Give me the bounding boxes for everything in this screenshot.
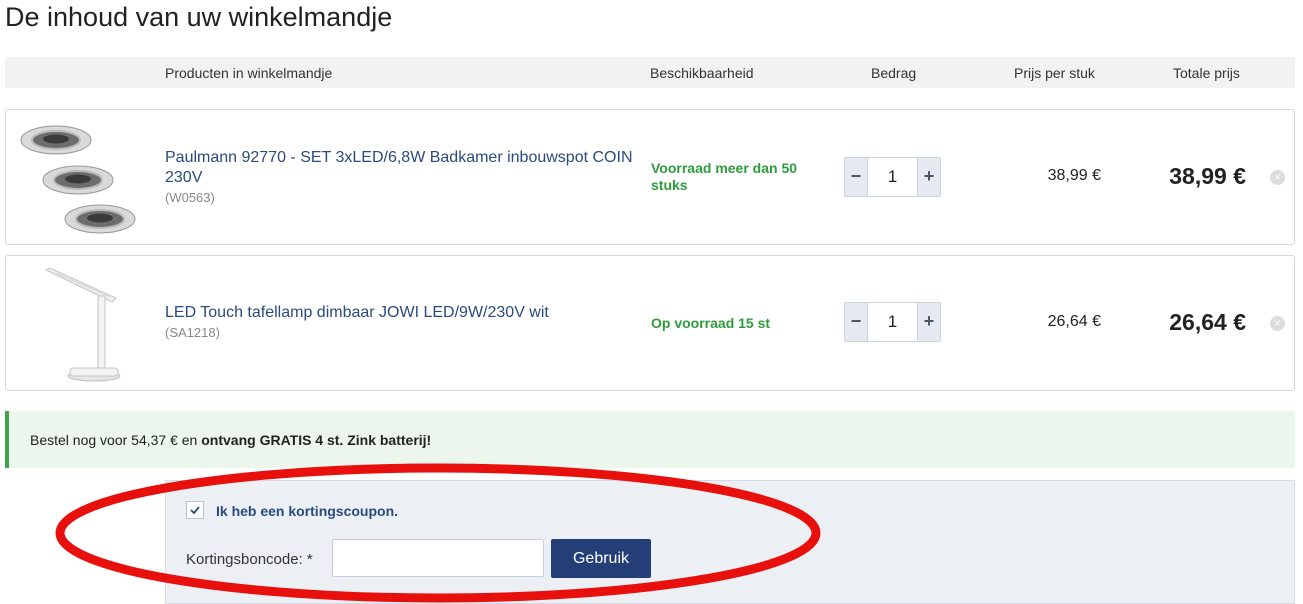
coupon-checkbox[interactable] — [186, 501, 204, 519]
total-price: 26,64 € — [1169, 309, 1246, 335]
header-amount: Bedrag — [871, 65, 917, 81]
cart-item-row: Paulmann 92770 - SET 3xLED/6,8W Badkamer… — [5, 109, 1295, 245]
quantity-stepper: − + — [844, 302, 941, 342]
product-name-link[interactable]: LED Touch tafellamp dimbaar JOWI LED/9W/… — [165, 303, 635, 323]
remove-item-button[interactable]: × — [1270, 316, 1285, 331]
quantity-stepper: − + — [844, 157, 941, 197]
coupon-panel: Ik heb een kortingscoupon. Kortingsbonco… — [165, 480, 1295, 604]
decrease-quantity-button[interactable]: − — [845, 303, 868, 341]
apply-coupon-button[interactable]: Gebruik — [551, 539, 651, 578]
header-availability: Beschikbaarheid — [650, 65, 754, 81]
unit-price: 26,64 € — [1047, 313, 1101, 330]
checkmark-icon — [190, 506, 200, 515]
spotlight-1 — [20, 125, 92, 155]
desk-lamp-icon[interactable] — [16, 264, 136, 382]
page-title: De inhoud van uw winkelmandje — [5, 2, 393, 32]
total-price: 38,99 € — [1169, 163, 1246, 189]
availability-status: Op voorraad 15 st — [651, 315, 771, 331]
promo-message: Bestel nog voor 54,37 € en ontvang GRATI… — [30, 432, 431, 448]
increase-quantity-button[interactable]: + — [917, 158, 940, 196]
decrease-quantity-button[interactable]: − — [845, 158, 868, 196]
remove-item-button[interactable]: × — [1270, 170, 1285, 185]
quantity-input[interactable] — [868, 303, 917, 341]
header-unit-price: Prijs per stuk — [1014, 65, 1095, 81]
quantity-input[interactable] — [868, 158, 917, 196]
product-code: (W0563) — [165, 190, 215, 205]
coupon-code-input[interactable] — [332, 539, 544, 577]
header-products: Producten in winkelmandje — [165, 65, 333, 81]
product-name-link[interactable]: Paulmann 92770 - SET 3xLED/6,8W Badkamer… — [165, 148, 635, 188]
coupon-code-label: Kortingsboncode: * — [186, 551, 313, 568]
spotlight-3 — [64, 204, 136, 234]
free-gift-promo-banner: Bestel nog voor 54,37 € en ontvang GRATI… — [5, 411, 1295, 468]
increase-quantity-button[interactable]: + — [917, 303, 940, 341]
product-code: (SA1218) — [165, 325, 220, 340]
cart-table-header: Producten in winkelmandje Beschikbaarhei… — [5, 57, 1295, 88]
promo-text: Bestel nog voor 54,37 € en — [30, 432, 202, 448]
header-total-price: Totale prijs — [1173, 65, 1240, 81]
recessed-spotlight-set-icon[interactable] — [16, 118, 136, 236]
promo-highlight: ontvang GRATIS 4 st. Zink batterij! — [201, 432, 432, 448]
unit-price: 38,99 € — [1047, 167, 1101, 184]
coupon-checkbox-label[interactable]: Ik heb een kortingscoupon. — [216, 503, 398, 519]
cart-item-row: LED Touch tafellamp dimbaar JOWI LED/9W/… — [5, 255, 1295, 391]
spotlight-2 — [42, 165, 114, 195]
availability-status: Voorraad meer dan 50 stuks — [651, 160, 798, 193]
